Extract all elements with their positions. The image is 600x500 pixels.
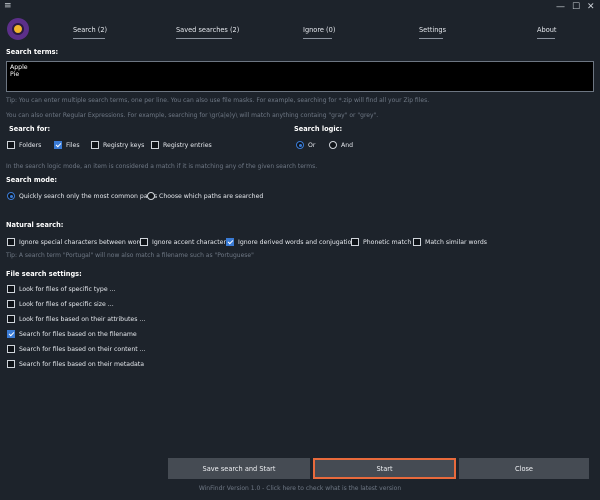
choose-paths-radio[interactable]: Choose which paths are searched	[147, 192, 263, 200]
metadata-checkbox[interactable]: Search for files based on their metadata	[7, 360, 144, 368]
checkbox-label: Registry keys	[103, 141, 145, 149]
radio-label: Quickly search only the most common path…	[19, 192, 158, 200]
start-button[interactable]: Start	[313, 458, 456, 479]
radio-label: Choose which paths are searched	[159, 192, 264, 200]
close-button[interactable]: Close	[459, 458, 589, 479]
specific-type-checkbox[interactable]: Look for files of specific type ...	[7, 285, 116, 293]
checkbox-label: Ignore derived words and conjugations	[238, 238, 359, 246]
checkbox-icon	[7, 141, 15, 149]
checkbox-icon	[7, 238, 15, 246]
regex-tip: You can also enter Regular Expressions. …	[6, 112, 379, 119]
search-logic-label: Search logic:	[294, 125, 343, 133]
checkbox-icon	[7, 360, 15, 368]
search-terms-label: Search terms:	[6, 48, 59, 56]
close-icon[interactable]: ✕	[587, 2, 595, 12]
ignore-accent-checkbox[interactable]: Ignore accent characters	[140, 238, 229, 246]
match-similar-checkbox[interactable]: Match similar words	[413, 238, 487, 246]
files-checkbox[interactable]: Files	[54, 141, 80, 149]
checkbox-checked-icon	[226, 238, 234, 246]
checkbox-icon	[140, 238, 148, 246]
registry-keys-checkbox[interactable]: Registry keys	[91, 141, 144, 149]
hamburger-icon[interactable]: ≡	[4, 2, 12, 11]
tab-saved-searches[interactable]: Saved searches (2)	[176, 26, 239, 34]
checkbox-label: Ignore special characters between words	[19, 238, 147, 246]
search-for-label: Search for:	[9, 125, 51, 133]
checkbox-label: Search for files based on their metadata	[19, 360, 145, 368]
checkbox-label: Registry entries	[163, 141, 212, 149]
save-and-start-button[interactable]: Save search and Start	[168, 458, 310, 479]
tab-underline	[176, 38, 232, 39]
radio-selected-icon	[296, 141, 304, 149]
checkbox-icon	[7, 315, 15, 323]
registry-entries-checkbox[interactable]: Registry entries	[151, 141, 212, 149]
checkbox-icon	[351, 238, 359, 246]
checkbox-icon	[413, 238, 421, 246]
tab-ignore[interactable]: Ignore (0)	[303, 26, 335, 34]
checkbox-label: Look for files based on their attributes…	[19, 315, 146, 323]
minimize-icon[interactable]: —	[556, 2, 565, 12]
version-link[interactable]: WinFindr Version 1.0 - Click here to che…	[0, 485, 600, 492]
tab-about[interactable]: About	[537, 26, 557, 34]
search-logic-tip: In the search logic mode, an item is con…	[6, 163, 318, 170]
folders-checkbox[interactable]: Folders	[7, 141, 41, 149]
ignore-derived-words-checkbox[interactable]: Ignore derived words and conjugations	[226, 238, 359, 246]
title-bar: ≡ — ☐ ✕	[0, 0, 600, 16]
checkbox-label: Search for files based on their content …	[19, 345, 146, 353]
search-terms-value: Apple Pie	[10, 64, 28, 78]
tab-underline	[73, 38, 105, 39]
radio-label: And	[341, 141, 354, 149]
specific-size-checkbox[interactable]: Look for files of specific size ...	[7, 300, 114, 308]
filename-checkbox[interactable]: Search for files based on the filename	[7, 330, 137, 338]
file-settings-label: File search settings:	[6, 270, 82, 278]
checkbox-checked-icon	[7, 330, 15, 338]
tab-underline	[419, 38, 443, 39]
checkbox-icon	[7, 300, 15, 308]
quick-search-radio[interactable]: Quickly search only the most common path…	[7, 192, 157, 200]
radio-icon	[147, 192, 155, 200]
maximize-icon[interactable]: ☐	[572, 2, 580, 12]
logic-or-radio[interactable]: Or	[296, 141, 315, 149]
checkbox-label: Ignore accent characters	[152, 238, 230, 246]
ignore-special-chars-checkbox[interactable]: Ignore special characters between words	[7, 238, 146, 246]
tab-settings[interactable]: Settings	[419, 26, 446, 34]
checkbox-icon	[7, 345, 15, 353]
phonetic-match-checkbox[interactable]: Phonetic match	[351, 238, 411, 246]
content-checkbox[interactable]: Search for files based on their content …	[7, 345, 146, 353]
checkbox-icon	[151, 141, 159, 149]
tab-underline	[537, 38, 555, 39]
logic-and-radio[interactable]: And	[329, 141, 353, 149]
checkbox-label: Search for files based on the filename	[19, 330, 137, 338]
checkbox-label: Phonetic match	[363, 238, 412, 246]
checkbox-label: Files	[66, 141, 80, 149]
checkbox-icon	[91, 141, 99, 149]
search-terms-tip: Tip: You can enter multiple search terms…	[6, 97, 430, 104]
checkbox-label: Folders	[19, 141, 42, 149]
checkbox-label: Match similar words	[425, 238, 487, 246]
radio-label: Or	[308, 141, 316, 149]
checkbox-label: Look for files of specific type ...	[19, 285, 116, 293]
checkbox-checked-icon	[54, 141, 62, 149]
app-logo-icon	[7, 18, 29, 40]
tab-search[interactable]: Search (2)	[73, 26, 107, 34]
natural-search-label: Natural search:	[6, 221, 64, 229]
checkbox-icon	[7, 285, 15, 293]
checkbox-label: Look for files of specific size ...	[19, 300, 114, 308]
natural-search-tip: Tip: A search term "Portugal" will now a…	[6, 252, 254, 259]
tab-underline	[303, 38, 332, 39]
search-terms-input[interactable]: Apple Pie	[6, 61, 594, 92]
radio-icon	[329, 141, 337, 149]
radio-selected-icon	[7, 192, 15, 200]
attributes-checkbox[interactable]: Look for files based on their attributes…	[7, 315, 145, 323]
search-mode-label: Search mode:	[6, 176, 58, 184]
